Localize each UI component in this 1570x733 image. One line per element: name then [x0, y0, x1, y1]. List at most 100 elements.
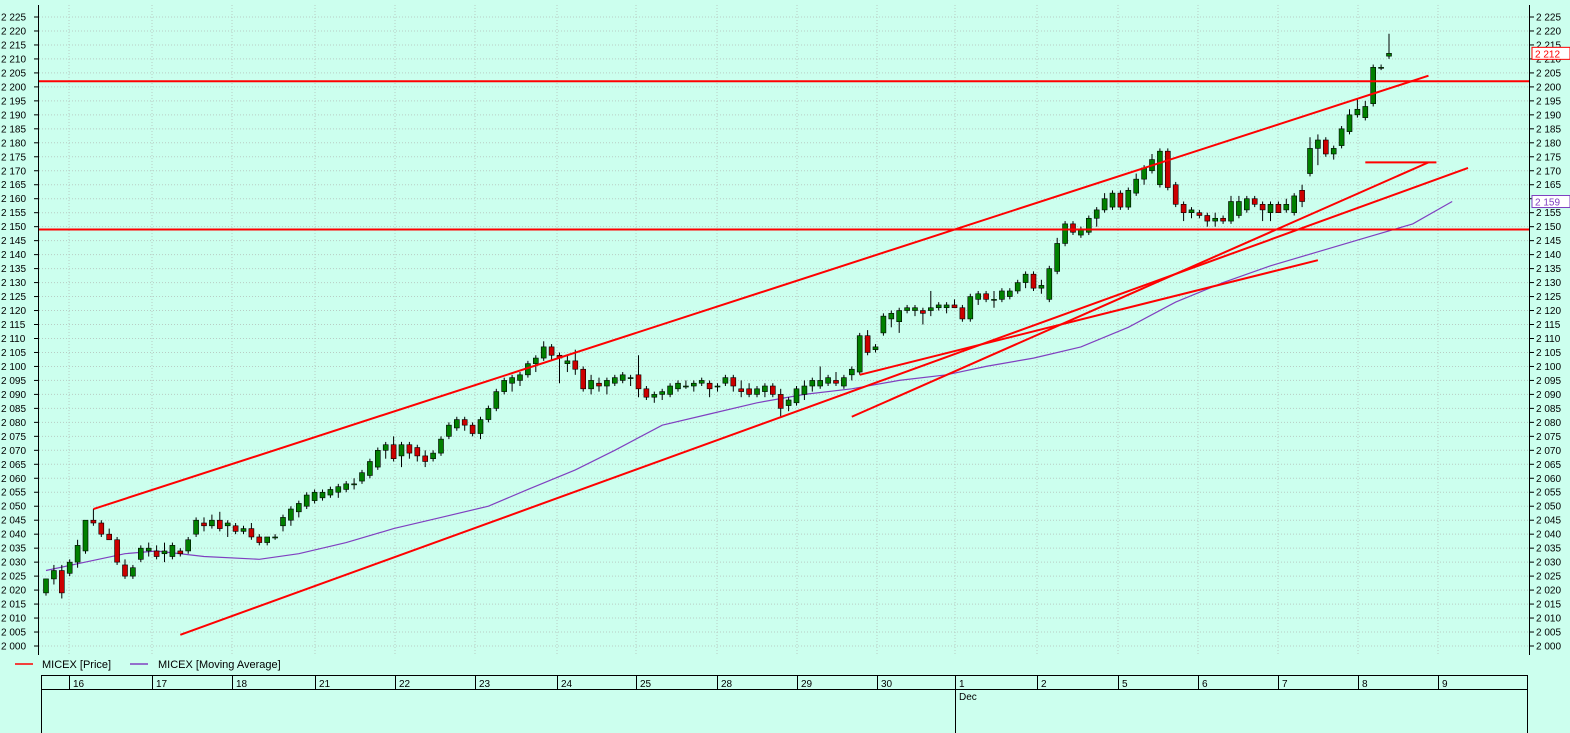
- candle-up: [872, 346, 879, 350]
- candle-up: [367, 461, 373, 476]
- candle-down: [98, 522, 105, 535]
- date-label: 23: [479, 679, 491, 690]
- candle-down: [256, 536, 263, 543]
- candle-down: [114, 539, 120, 563]
- date-axis-background: [41, 675, 1528, 733]
- y-tick-label: 2 070: [1536, 446, 1561, 457]
- date-label: 28: [721, 679, 733, 690]
- candle-up: [295, 503, 302, 513]
- y-tick-label: 2 005: [1536, 628, 1561, 639]
- date-label: 21: [319, 679, 331, 690]
- y-tick-label: 2 180: [1, 138, 26, 149]
- candle-up: [896, 310, 903, 323]
- candle-down: [1220, 217, 1226, 222]
- y-tick-label: 2 040: [1, 530, 26, 541]
- candle-down: [833, 380, 839, 384]
- y-tick-label: 2 020: [1536, 586, 1561, 597]
- candle-up: [904, 307, 910, 311]
- candle-up: [288, 508, 294, 521]
- candle-up: [943, 304, 950, 309]
- y-tick-label: 2 040: [1536, 530, 1561, 541]
- candle-up: [588, 380, 594, 390]
- candle-up: [1244, 198, 1250, 211]
- y-tick-label: 2 165: [1536, 180, 1561, 191]
- candle-down: [406, 444, 413, 454]
- y-tick-label: 2 155: [1, 208, 26, 219]
- candle-down: [248, 528, 255, 538]
- y-tick-label: 2 140: [1536, 250, 1561, 261]
- candle-down: [572, 360, 579, 370]
- y-tick-label: 2 075: [1, 432, 26, 443]
- y-tick-label: 2 195: [1536, 96, 1561, 107]
- y-tick-label: 2 175: [1, 152, 26, 163]
- y-tick-label: 2 120: [1536, 306, 1561, 317]
- date-label: 25: [640, 679, 652, 690]
- date-axis: 16 17 18 21 22 23 24 25 28 29 30 1Dec2 5 6 7 8 9: [41, 675, 1528, 733]
- y-tick-label: 2 140: [1, 250, 26, 261]
- candle-up: [74, 545, 81, 563]
- y-tick-label: 2 225: [1536, 13, 1561, 24]
- y-tick-label: 2 030: [1536, 558, 1561, 569]
- candle-up: [1141, 167, 1147, 180]
- y-tick-label: 2 205: [1, 68, 26, 79]
- candle-up: [1188, 209, 1195, 213]
- y-tick-label: 2 125: [1, 292, 26, 303]
- y-tick-label: 2 025: [1536, 572, 1561, 583]
- candle-up: [1006, 290, 1013, 297]
- y-tick-label: 2 090: [1536, 390, 1561, 401]
- y-tick-label: 2 170: [1, 166, 26, 177]
- candle-down: [90, 519, 97, 524]
- candle-up: [1109, 192, 1116, 208]
- candle-up: [193, 519, 199, 535]
- candle-down: [864, 335, 871, 353]
- candle-up: [185, 539, 191, 552]
- candle-up: [785, 399, 792, 406]
- candle-up: [675, 382, 681, 390]
- candle-up: [841, 377, 847, 387]
- y-tick-label: 2 005: [1, 628, 26, 639]
- y-tick-label: 2 110: [1536, 334, 1561, 345]
- candle-up: [51, 570, 57, 580]
- candle-up: [1093, 209, 1100, 219]
- candle-up: [272, 536, 278, 539]
- y-tick-label: 2 080: [1536, 418, 1561, 429]
- y-tick-label: 2 000: [1, 642, 26, 653]
- candle-down: [422, 455, 429, 462]
- candle-up: [1338, 128, 1345, 146]
- y-tick-label: 2 060: [1536, 474, 1561, 485]
- candle-down: [1204, 215, 1211, 222]
- y-tick-label: 2 115: [1536, 320, 1561, 331]
- candle-down: [201, 522, 207, 527]
- candle-down: [414, 447, 421, 457]
- y-tick-label: 2 210: [1, 54, 26, 65]
- y-tick-label: 2 035: [1, 544, 26, 555]
- y-tick-label: 2 110: [1, 334, 26, 345]
- candle-up: [303, 494, 310, 507]
- candle-up: [991, 299, 997, 301]
- candle-up: [169, 545, 176, 557]
- y-tick-label: 2 155: [1536, 208, 1561, 219]
- date-label: 1: [959, 679, 965, 690]
- candle-up: [690, 382, 697, 387]
- date-label: 7: [1282, 679, 1288, 690]
- candle-up: [398, 444, 405, 457]
- candle-up: [1386, 53, 1392, 57]
- candle-down: [469, 424, 476, 434]
- candle-up: [1038, 285, 1045, 289]
- price-chart[interactable]: 2 000 2 005 2 010 2 015 2 020 2 025 2 030 2 035…: [0, 0, 1570, 733]
- candle-up: [280, 517, 286, 527]
- y-tick-label: 2 150: [1536, 222, 1561, 233]
- candle-up: [888, 313, 895, 320]
- candle-down: [983, 293, 989, 300]
- date-label: 24: [561, 679, 573, 690]
- y-tick-label: 2 130: [1536, 278, 1561, 289]
- candle-up: [493, 391, 500, 409]
- candle-up: [430, 452, 436, 459]
- y-tick-label: 2 100: [1, 362, 26, 373]
- candle-up: [1330, 148, 1337, 155]
- y-tick-label: 2 185: [1536, 124, 1561, 135]
- candle-up: [382, 444, 389, 451]
- candle-up: [1014, 282, 1021, 292]
- date-label: 22: [399, 679, 411, 690]
- y-tick-label: 2 220: [1, 26, 26, 37]
